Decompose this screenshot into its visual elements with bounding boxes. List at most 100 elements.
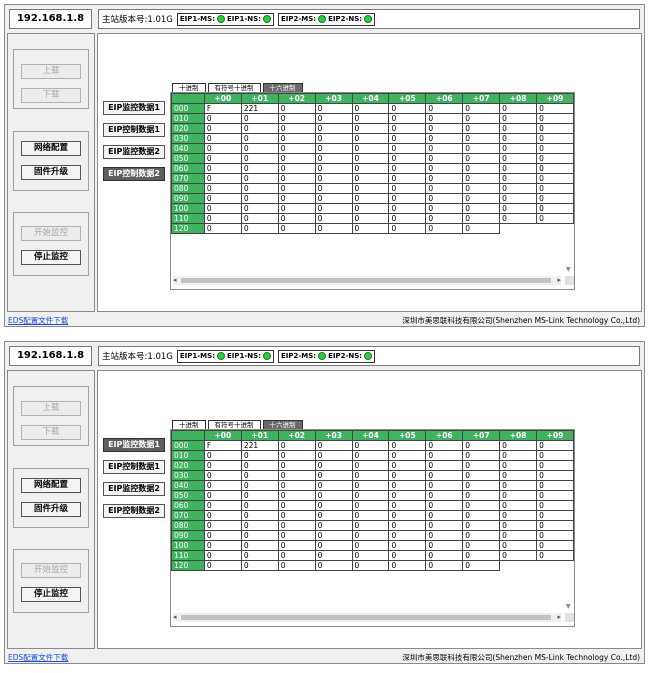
grid-cell[interactable]: 0 (351, 173, 390, 184)
download-button[interactable]: 下载 (21, 425, 81, 440)
grid-cell[interactable]: 0 (277, 213, 316, 224)
grid-cell[interactable]: 0 (425, 560, 464, 571)
grid-cell[interactable]: 0 (277, 520, 316, 531)
grid-cell[interactable]: 0 (314, 540, 353, 551)
grid-cell[interactable]: 0 (425, 520, 464, 531)
grid-cell[interactable]: 0 (203, 520, 242, 531)
grid-cell[interactable]: 0 (277, 560, 316, 571)
grid-cell[interactable]: 0 (240, 193, 279, 204)
data-button-1[interactable]: EIP监控数据1 (103, 101, 165, 115)
grid-cell[interactable]: 0 (425, 450, 464, 461)
grid-cell[interactable]: 0 (203, 460, 242, 471)
grid-cell[interactable]: 0 (203, 193, 242, 204)
grid-cell[interactable]: 0 (277, 460, 316, 471)
grid-cell[interactable]: 0 (240, 123, 279, 134)
grid-cell[interactable]: 0 (351, 153, 390, 164)
grid-cell[interactable]: 0 (388, 550, 427, 561)
grid-cell[interactable]: 0 (425, 113, 464, 124)
grid-cell[interactable]: 0 (314, 560, 353, 571)
horizontal-scrollbar[interactable]: ◂ ▸ (173, 276, 561, 285)
grid-cell[interactable]: 0 (388, 440, 427, 451)
grid-cell[interactable]: 0 (351, 460, 390, 471)
grid-cell[interactable]: 0 (277, 153, 316, 164)
grid-cell[interactable]: 0 (388, 123, 427, 134)
grid-cell[interactable]: 0 (351, 530, 390, 541)
grid-cell[interactable]: 0 (499, 203, 538, 214)
grid-cell[interactable]: 0 (277, 480, 316, 491)
grid-cell[interactable]: 0 (277, 203, 316, 214)
grid-cell[interactable]: 0 (314, 460, 353, 471)
grid-cell[interactable]: 0 (388, 470, 427, 481)
grid-cell[interactable]: 0 (203, 133, 242, 144)
grid-cell[interactable]: 0 (388, 163, 427, 174)
grid-cell[interactable]: 0 (388, 193, 427, 204)
grid-cell[interactable]: 0 (314, 450, 353, 461)
grid-cell[interactable]: 0 (314, 530, 353, 541)
upload-button[interactable]: 上载 (21, 401, 81, 416)
grid-cell[interactable]: 0 (499, 103, 538, 114)
grid-cell[interactable]: 0 (203, 500, 242, 511)
grid-cell[interactable]: 0 (351, 213, 390, 224)
grid-cell[interactable]: 0 (425, 550, 464, 561)
grid-cell[interactable]: 0 (351, 470, 390, 481)
grid-cell[interactable]: 0 (314, 440, 353, 451)
grid-cell[interactable]: 0 (240, 113, 279, 124)
scroll-down-icon[interactable]: ▼ (566, 603, 571, 610)
grid-cell[interactable]: 0 (499, 123, 538, 134)
vertical-scrollbar[interactable]: ▲ ▼ (565, 93, 574, 275)
grid-cell[interactable]: 0 (277, 530, 316, 541)
grid-cell[interactable]: 0 (240, 163, 279, 174)
grid-cell[interactable]: 0 (314, 470, 353, 481)
grid-cell[interactable]: 0 (277, 103, 316, 114)
grid-cell[interactable]: 0 (203, 173, 242, 184)
eds-download-link[interactable]: EDS配置文件下载 (8, 315, 68, 326)
grid-cell[interactable]: 0 (388, 203, 427, 214)
grid-cell[interactable]: 0 (499, 540, 538, 551)
grid-cell[interactable]: 0 (203, 560, 242, 571)
grid-cell[interactable]: 0 (240, 143, 279, 154)
start-monitor-button[interactable]: 开始监控 (21, 563, 81, 578)
start-monitor-button[interactable]: 开始监控 (21, 226, 81, 241)
grid-cell[interactable]: 0 (499, 490, 538, 501)
scroll-thumb[interactable] (181, 278, 551, 283)
grid-cell[interactable]: 0 (351, 490, 390, 501)
grid-cell[interactable]: 0 (425, 480, 464, 491)
grid-cell[interactable]: 0 (425, 163, 464, 174)
grid-cell[interactable]: 0 (277, 540, 316, 551)
grid-cell[interactable]: 0 (425, 103, 464, 114)
grid-cell[interactable]: 0 (462, 540, 501, 551)
grid-cell[interactable]: 0 (499, 550, 538, 561)
grid-cell[interactable]: 0 (203, 203, 242, 214)
firmware-upgrade-button[interactable]: 固件升级 (21, 165, 81, 180)
grid-cell[interactable]: 0 (388, 480, 427, 491)
grid-cell[interactable]: 0 (425, 500, 464, 511)
grid-cell[interactable]: 0 (277, 123, 316, 134)
data-button-2[interactable]: EIP控制数据1 (103, 460, 165, 474)
grid-cell[interactable]: 0 (203, 123, 242, 134)
download-button[interactable]: 下载 (21, 88, 81, 103)
grid-cell[interactable]: 0 (388, 173, 427, 184)
data-button-3[interactable]: EIP监控数据2 (103, 482, 165, 496)
grid-cell[interactable]: 0 (462, 550, 501, 561)
horizontal-scrollbar[interactable]: ◂ ▸ (173, 613, 561, 622)
grid-cell[interactable]: 0 (351, 560, 390, 571)
grid-cell[interactable]: 0 (314, 213, 353, 224)
grid-cell[interactable]: 0 (388, 500, 427, 511)
grid-cell[interactable]: 0 (314, 500, 353, 511)
grid-cell[interactable]: 0 (351, 500, 390, 511)
grid-cell[interactable]: 0 (499, 213, 538, 224)
grid-cell[interactable]: 0 (388, 213, 427, 224)
grid-cell[interactable]: 0 (351, 520, 390, 531)
grid-cell[interactable]: 0 (425, 183, 464, 194)
grid-cell[interactable]: 0 (388, 530, 427, 541)
grid-cell[interactable]: 0 (462, 213, 501, 224)
grid-cell[interactable]: 0 (425, 540, 464, 551)
grid-cell[interactable]: 0 (462, 183, 501, 194)
grid-cell[interactable]: 0 (462, 173, 501, 184)
grid-cell[interactable]: 0 (462, 470, 501, 481)
grid-cell[interactable]: 0 (240, 203, 279, 214)
grid-cell[interactable]: 0 (203, 530, 242, 541)
grid-cell[interactable]: 0 (277, 550, 316, 561)
grid-cell[interactable]: 0 (351, 193, 390, 204)
grid-cell[interactable]: 0 (499, 173, 538, 184)
